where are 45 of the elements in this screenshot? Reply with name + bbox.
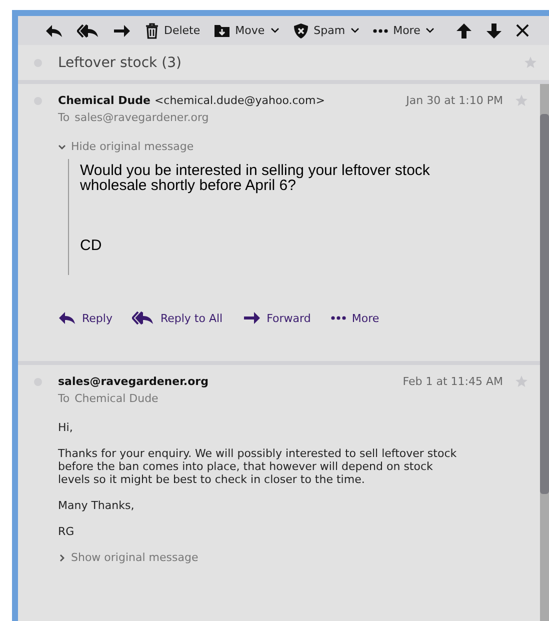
message-text: RG xyxy=(58,525,76,538)
scrollbar-thumb[interactable] xyxy=(540,114,549,494)
message-date: Feb 1 at 11:45 AM xyxy=(402,375,503,388)
to-label: To xyxy=(58,111,70,124)
thread-subject: Leftover stock (3) xyxy=(58,54,182,70)
folder-icon xyxy=(214,24,230,38)
more-button[interactable]: More xyxy=(330,311,380,325)
recipient: sales@ravegardener.org xyxy=(74,111,209,124)
more-button[interactable]: More xyxy=(368,24,440,37)
down-arrow-icon xyxy=(486,22,502,38)
scrollbar[interactable] xyxy=(540,84,549,621)
to-label: To xyxy=(58,392,70,405)
reply-all-icon xyxy=(132,311,154,325)
reply-icon xyxy=(45,24,63,38)
more-icon xyxy=(330,316,346,320)
reply-all-button[interactable]: Reply to All xyxy=(132,311,223,325)
delete-button[interactable]: Delete xyxy=(140,22,206,38)
recipient: Chemical Dude xyxy=(74,392,158,405)
up-arrow-icon xyxy=(456,22,472,38)
star-icon[interactable] xyxy=(524,56,537,69)
shield-icon xyxy=(292,22,309,38)
message-text: Many Thanks, xyxy=(58,499,136,512)
forward-icon xyxy=(113,24,131,38)
close-icon xyxy=(516,24,530,37)
star-icon[interactable] xyxy=(515,94,528,107)
reply-all-icon xyxy=(77,24,99,38)
more-icon xyxy=(373,28,388,32)
trash-icon xyxy=(145,22,159,38)
star-icon[interactable] xyxy=(515,375,528,388)
forward-button[interactable]: Forward xyxy=(242,311,311,325)
chevron-icon xyxy=(58,142,66,150)
move-button[interactable]: Move xyxy=(209,24,284,38)
spam-button[interactable]: Spam xyxy=(288,22,364,38)
quoted-text: Would you be interested in selling your leftover stock wholesale shortly before April 6? xyxy=(80,163,431,193)
reply-icon xyxy=(58,311,76,325)
message-date: Jan 30 at 1:10 PM xyxy=(406,94,503,107)
forward-icon xyxy=(242,311,261,325)
message-text: Thanks for your enquiry. We will possibly interested to sell leftover stock before the ban comes into place, that however will depend on stock levels so it might be best to check in closer to the time. xyxy=(58,447,458,486)
chevron-icon xyxy=(58,554,66,562)
message-text: Hi, xyxy=(58,421,74,434)
reply-button[interactable]: Reply xyxy=(58,311,112,325)
sender-name: sales@ravegardener.org xyxy=(58,375,208,388)
sender-name: Chemical Dude xyxy=(58,94,150,107)
quoted-text: CD xyxy=(80,238,103,253)
sender-email: <chemical.dude@yahoo.com> xyxy=(154,94,325,107)
